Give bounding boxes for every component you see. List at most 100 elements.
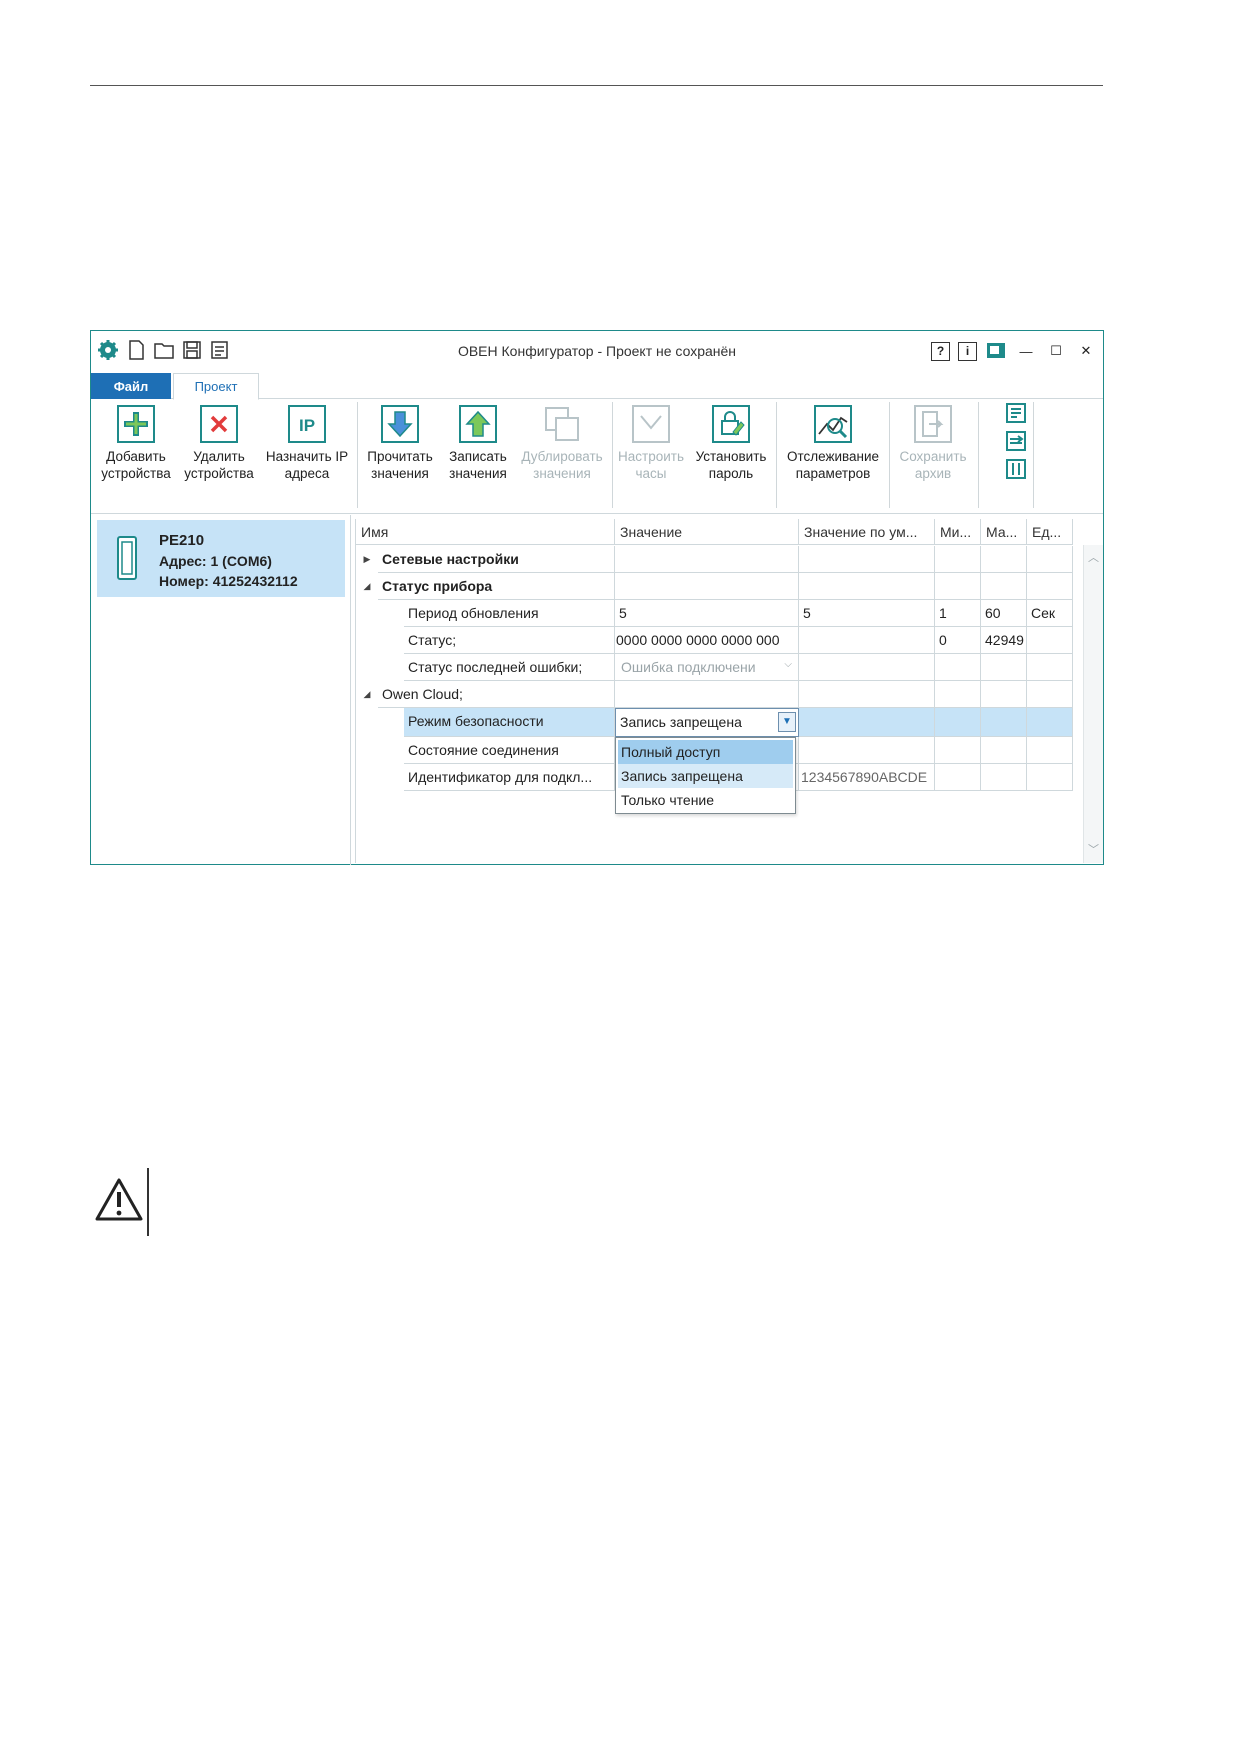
close-button[interactable]: ✕ bbox=[1075, 340, 1097, 362]
table-row-min: 0 bbox=[935, 627, 981, 654]
table-row-name: Состояние соединения bbox=[404, 737, 615, 764]
security-mode-value: Запись запрещена bbox=[620, 714, 742, 730]
group-row-owen-cloud[interactable]: ◢ Owen Cloud; bbox=[356, 681, 1084, 708]
table-row-value[interactable]: 5 bbox=[615, 600, 799, 627]
ribbon-separator bbox=[1033, 402, 1034, 508]
set-password-button[interactable]: Установить пароль bbox=[691, 404, 771, 482]
column-header-default[interactable]: Значение по ум... bbox=[799, 519, 935, 545]
add-devices-label-1: Добавить bbox=[106, 449, 166, 464]
scroll-down-icon[interactable]: ﹀ bbox=[1088, 841, 1099, 857]
ribbon-separator bbox=[978, 402, 979, 508]
column-header-unit[interactable]: Ед... bbox=[1027, 519, 1073, 545]
table-row-unit: Сек bbox=[1027, 600, 1073, 627]
column-header-name[interactable]: Имя bbox=[356, 519, 615, 545]
device-card[interactable]: PE210 Адрес: 1 (COM6) Номер: 41252432112 bbox=[97, 520, 345, 597]
remove-devices-button[interactable]: Удалить устройства bbox=[179, 404, 259, 482]
table-row-min bbox=[935, 737, 981, 764]
table-row-default bbox=[799, 546, 935, 573]
help-button[interactable]: ? bbox=[931, 341, 950, 361]
table-row-value bbox=[615, 573, 799, 600]
set-clock-label-1: Настроить bbox=[618, 449, 684, 464]
remove-devices-label-2: устройства bbox=[184, 466, 254, 481]
table-row-max bbox=[981, 573, 1027, 600]
scroll-up-icon[interactable]: ︿ bbox=[1088, 549, 1099, 565]
table-row-name: Статус последней ошибки; bbox=[404, 654, 615, 681]
svg-text:IP: IP bbox=[299, 416, 315, 435]
table-row-unit bbox=[1027, 654, 1073, 681]
dropdown-option-write-prohibited[interactable]: Запись запрещена bbox=[618, 764, 793, 788]
table-row-max bbox=[981, 654, 1027, 681]
table-row-max bbox=[981, 737, 1027, 764]
table-row[interactable]: Статус последней ошибки; Ошибка подключе… bbox=[356, 654, 1084, 681]
duplicate-values-label-1: Дублировать bbox=[521, 449, 603, 464]
info-button[interactable]: i bbox=[958, 341, 977, 361]
ribbon: Добавить устройства Удалить устройства I… bbox=[91, 400, 1103, 514]
ribbon-separator bbox=[612, 402, 613, 508]
collapse-arrow-icon[interactable]: ◢ bbox=[360, 681, 374, 700]
write-values-button[interactable]: Записать значения bbox=[441, 404, 515, 482]
table-row-value bbox=[615, 546, 799, 573]
table-row-default bbox=[799, 737, 935, 764]
warning-icon bbox=[95, 1178, 143, 1221]
tab-project[interactable]: Проект bbox=[173, 373, 259, 400]
import-icon[interactable] bbox=[1005, 430, 1027, 452]
table-row[interactable]: Период обновления 5 5 1 60 Сек bbox=[356, 600, 1084, 627]
write-values-label-2: значения bbox=[449, 466, 507, 481]
table-row-value: Ошибка подключени ⌵ bbox=[615, 654, 799, 681]
device-icon bbox=[117, 536, 137, 580]
column-header-max[interactable]: Ма... bbox=[981, 519, 1027, 545]
table-row[interactable]: Статус; 0000 0000 0000 0000 000 0 42949 bbox=[356, 627, 1084, 654]
column-header-min[interactable]: Ми... bbox=[935, 519, 981, 545]
ribbon-separator bbox=[776, 402, 777, 508]
group-row-device-status[interactable]: ◢ Статус прибора bbox=[356, 573, 1084, 600]
table-row-unit bbox=[1027, 708, 1073, 737]
table-row-name: Owen Cloud; bbox=[378, 681, 615, 708]
table-row-min bbox=[935, 546, 981, 573]
title-bar: ОВЕН Конфигуратор - Проект не сохранён ?… bbox=[91, 331, 1103, 371]
read-values-button[interactable]: Прочитать значения bbox=[361, 404, 439, 482]
duplicate-icon bbox=[545, 407, 579, 441]
table-row-name: Период обновления bbox=[404, 600, 615, 627]
trend-magnifier-icon bbox=[814, 405, 852, 443]
collapse-arrow-icon[interactable]: ◢ bbox=[360, 573, 374, 592]
table-row-min bbox=[935, 654, 981, 681]
chevron-down-icon[interactable]: ▼ bbox=[778, 712, 796, 732]
dropdown-option-full-access[interactable]: Полный доступ bbox=[618, 740, 793, 764]
table-row-name: Идентификатор для подкл... bbox=[404, 764, 615, 791]
save-archive-button[interactable]: Сохранить архив bbox=[893, 404, 973, 482]
tab-file[interactable]: Файл bbox=[91, 373, 171, 399]
table-row-max bbox=[981, 708, 1027, 737]
table-row-min bbox=[935, 681, 981, 708]
device-address: Адрес: 1 (COM6) bbox=[159, 553, 272, 569]
track-params-button[interactable]: Отслеживание параметров bbox=[781, 404, 885, 482]
compare-icon[interactable] bbox=[1005, 458, 1027, 480]
security-mode-combo[interactable]: Запись запрещена ▼ bbox=[615, 708, 799, 737]
table-row-default bbox=[799, 708, 935, 737]
column-header-value[interactable]: Значение bbox=[615, 519, 799, 545]
table-row-max: 42949 bbox=[981, 627, 1027, 654]
table-row-selected[interactable]: Режим безопасности Запись запрещена ▼ bbox=[356, 708, 1084, 737]
table-row-unit bbox=[1027, 573, 1073, 600]
track-params-label-2: параметров bbox=[795, 466, 871, 481]
expand-arrow-icon[interactable]: ▶ bbox=[360, 546, 374, 565]
add-devices-button[interactable]: Добавить устройства bbox=[95, 404, 177, 482]
table-row-default: 1234567890ABCDE bbox=[799, 764, 935, 791]
maximize-button[interactable]: ☐ bbox=[1045, 340, 1067, 362]
duplicate-values-button[interactable]: Дублировать значения bbox=[517, 404, 607, 482]
assign-ip-button[interactable]: IP Назначить IP адреса bbox=[261, 404, 353, 482]
group-row-network[interactable]: ▶ Сетевые настройки bbox=[356, 546, 1084, 573]
table-row-name: Статус прибора bbox=[378, 573, 615, 600]
window-controls: ? i — ☐ ✕ bbox=[931, 340, 1097, 362]
set-clock-button[interactable]: Настроить часы bbox=[615, 404, 687, 482]
minimize-button[interactable]: — bbox=[1015, 340, 1037, 362]
vertical-scrollbar[interactable]: ︿ ﹀ bbox=[1083, 545, 1103, 863]
table-row-min: 1 bbox=[935, 600, 981, 627]
export-icon[interactable] bbox=[1005, 402, 1027, 424]
remote-support-icon[interactable] bbox=[985, 340, 1007, 362]
table-row-unit bbox=[1027, 627, 1073, 654]
upload-arrow-icon bbox=[459, 405, 497, 443]
dropdown-option-read-only[interactable]: Только чтение bbox=[618, 788, 793, 812]
device-name: PE210 bbox=[159, 532, 205, 549]
warning-divider bbox=[147, 1168, 149, 1236]
table-row-value: 0000 0000 0000 0000 000 bbox=[615, 627, 799, 654]
